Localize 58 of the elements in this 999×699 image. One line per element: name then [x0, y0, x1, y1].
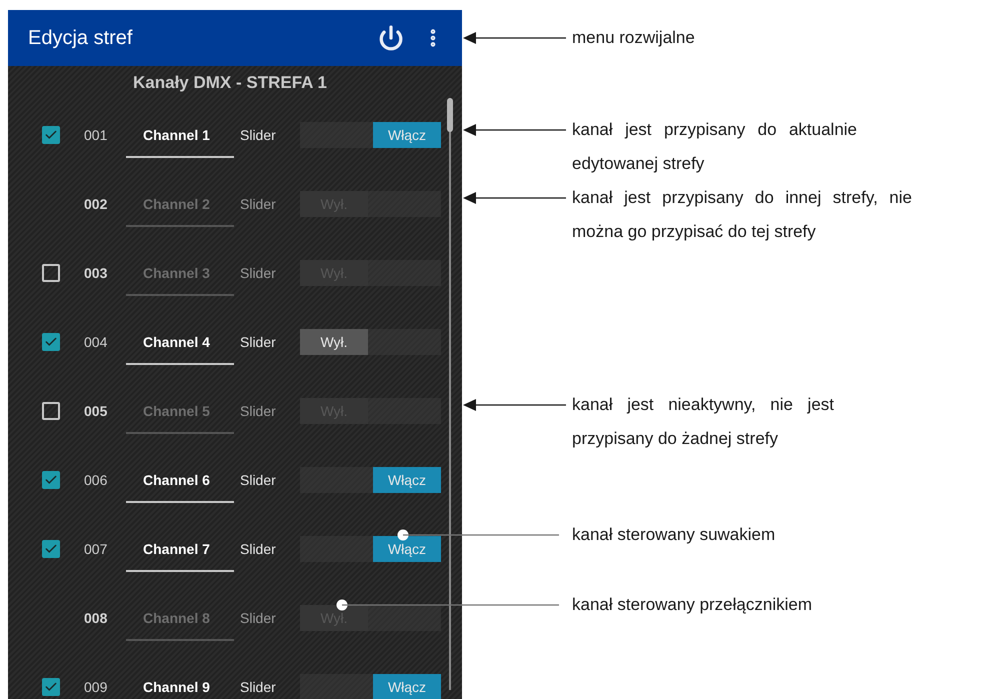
- channel-type: Slider: [240, 402, 277, 418]
- channel-name-field[interactable]: Channel 7: [126, 538, 234, 572]
- switch-thumb: Włącz: [373, 122, 441, 148]
- channel-type: Slider: [240, 610, 277, 626]
- channel-type: Slider: [240, 472, 277, 488]
- checkbox[interactable]: [42, 126, 60, 144]
- scrollbar-thumb[interactable]: [447, 98, 453, 132]
- toggle-switch[interactable]: Włącz: [300, 122, 441, 148]
- channel-name-field[interactable]: Channel 3: [126, 262, 234, 296]
- channel-number: 005: [84, 402, 108, 418]
- app-title: Edycja stref: [28, 26, 134, 50]
- toggle-switch[interactable]: Włącz: [300, 536, 441, 562]
- channel-type: Slider: [240, 196, 277, 212]
- switch-thumb: Włącz: [373, 536, 441, 562]
- channel-type: Slider: [240, 334, 277, 350]
- channel-name-field[interactable]: Channel 6: [126, 468, 234, 502]
- channel-number: 001: [84, 126, 108, 142]
- channel-number: 004: [84, 334, 108, 350]
- list-title: Kanały DMX - STREFA 1: [132, 72, 328, 94]
- check-icon: [44, 680, 58, 694]
- channel-name-field[interactable]: Channel 4: [126, 330, 234, 364]
- check-icon: [44, 542, 58, 556]
- channel-number: 009: [84, 678, 108, 694]
- annotation-text: kanał sterowany suwakiem: [572, 524, 776, 546]
- channel-name-field[interactable]: Channel 2: [126, 192, 234, 226]
- checkbox[interactable]: [42, 402, 60, 420]
- check-icon: [44, 472, 58, 486]
- channel-type: Slider: [240, 540, 277, 556]
- switch-thumb: Wył.: [300, 328, 368, 354]
- annotation-text: kanał sterowany przełącznikiem: [572, 594, 813, 616]
- checkbox[interactable]: [42, 470, 60, 488]
- check-icon: [44, 128, 58, 142]
- switch-thumb: Włącz: [373, 466, 441, 492]
- checkbox[interactable]: [42, 540, 60, 558]
- channel-number: 003: [84, 264, 108, 280]
- channel-number: 007: [84, 540, 108, 556]
- checkbox[interactable]: [42, 332, 60, 350]
- power-icon[interactable]: [378, 25, 404, 51]
- annotation-text: menu rozwijalne: [572, 27, 696, 49]
- channel-type: Slider: [240, 678, 277, 694]
- channel-name-field[interactable]: Channel 5: [126, 400, 234, 434]
- switch-thumb: Włącz: [373, 674, 441, 699]
- annotation-text: kanał jest nieaktywny, nie jest przypisany do żadnej strefy: [572, 394, 834, 450]
- checkbox[interactable]: [42, 264, 60, 282]
- toggle-switch[interactable]: Wył.: [300, 328, 441, 354]
- channel-type: Slider: [240, 126, 277, 142]
- channel-name-field[interactable]: Channel 8: [126, 606, 234, 640]
- channel-number: 002: [84, 196, 108, 212]
- channel-name-field[interactable]: Channel 1: [126, 124, 234, 158]
- toggle-switch[interactable]: Włącz: [300, 466, 441, 492]
- checkbox[interactable]: [42, 678, 60, 696]
- annotation-text: kanał jest przypisany do innej strefy, nie można go przypisać do tej strefy: [572, 187, 912, 243]
- toggle-switch[interactable]: Włącz: [300, 674, 441, 699]
- check-icon: [44, 334, 58, 348]
- channel-type: Slider: [240, 264, 277, 280]
- channel-number: 006: [84, 472, 108, 488]
- channel-name-field[interactable]: Channel 9: [126, 676, 234, 699]
- channel-number: 008: [84, 610, 108, 626]
